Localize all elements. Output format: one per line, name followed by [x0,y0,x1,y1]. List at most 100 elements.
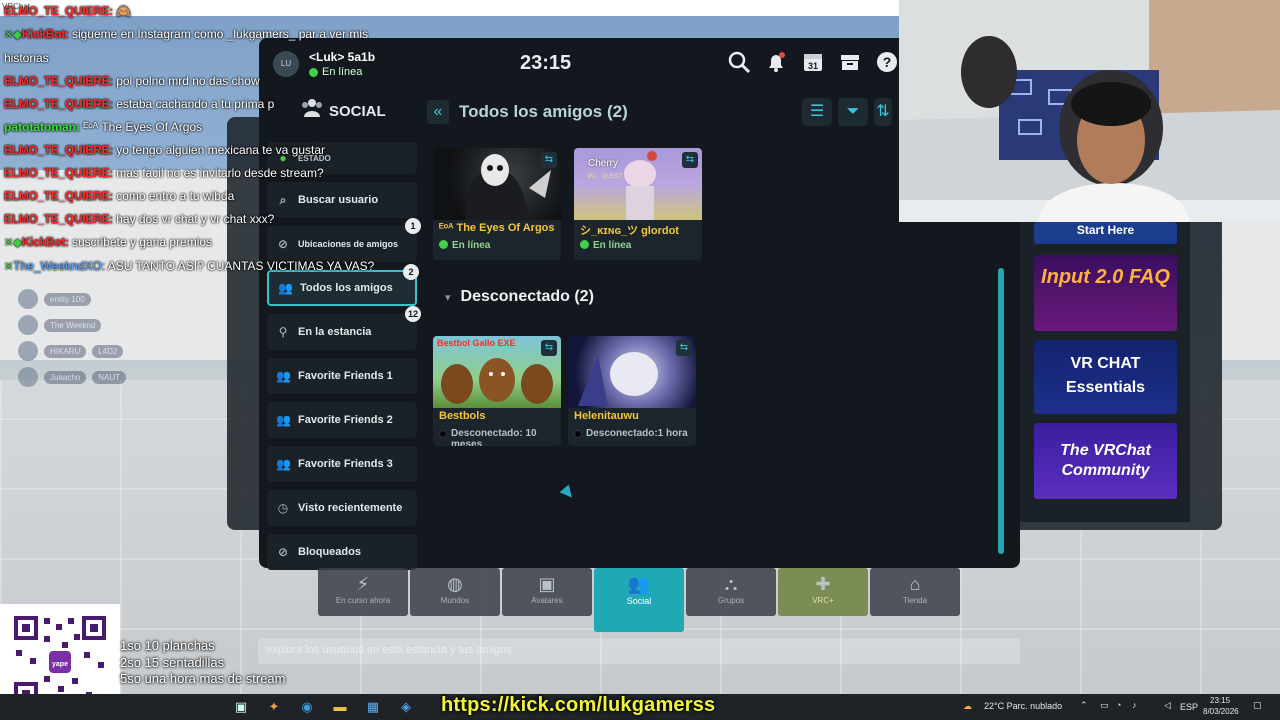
viewer-row: HIKARU L4D2 [18,338,126,364]
sidebar-item-bloqueados[interactable]: ⊘ Bloqueados [267,534,417,570]
promo-community[interactable]: The VRChat Community [1034,423,1177,499]
scrollbar[interactable] [998,268,1004,554]
friends-icon: 👥 [276,413,291,427]
kick-url: https://kick.com/lukgamerss [441,694,716,716]
viewer-name: HIKARU [44,344,87,358]
chat-badge-icon: ✕ [4,261,14,273]
tab-grupos[interactable]: ⛬ Grupos [686,568,776,616]
friend-name: Bestbols [439,410,486,422]
app-icon[interactable]: ◈ [398,699,414,715]
chat-username[interactable]: The_WeekndXO: [13,259,105,273]
taskbar-time[interactable]: 23:15 [1210,696,1230,705]
taskbar-date[interactable]: 8/03/2026 [1203,707,1239,716]
viewer-tag: L4D2 [92,344,124,358]
task-view-icon[interactable]: ▣ [233,699,249,715]
calendar-icon[interactable]: 31 [801,50,825,74]
promo-input-faq[interactable]: Input 2.0 FAQ [1034,255,1177,331]
filter-icon[interactable]: ⏷ [838,98,868,126]
chat-username[interactable]: ELMO_TE_QUIERE: [4,166,113,180]
chat-username[interactable]: ELMO_TE_QUIERE: [4,212,113,226]
chat-message: ELMO_TE_QUIERE: yo tengo alguien mexican… [4,139,384,162]
tab-label: Mundos [440,596,470,605]
promo-essentials[interactable]: VR CHAT Essentials [1034,340,1177,414]
copilot-icon[interactable]: ✦ [266,699,282,715]
list-view-icon[interactable]: ☰ [802,98,832,126]
chat-username[interactable]: ELMO_TE_QUIERE: [4,97,113,111]
archive-icon[interactable] [838,50,862,74]
help-icon[interactable]: ? [875,50,899,74]
network-icon[interactable]: ◔ [1116,700,1121,710]
chat-username[interactable]: ELMO_TE_QUIERE: [4,143,113,157]
tab-tienda[interactable]: ⌂ Tienda [870,568,960,616]
folder-icon[interactable]: ▬ [332,699,348,715]
viewer-row: Juaacho NAUT [18,364,127,390]
online-dot-icon [439,240,448,249]
chevron-up-icon[interactable]: ⌃ [1080,700,1088,711]
goal-line: 1so 10 planchas [120,638,215,653]
chat-username[interactable]: patotatoman: [4,120,80,134]
friend-status-label: En línea [593,240,632,251]
friend-card[interactable]: ⇆ ᴱᵒᴬ The Eyes Of Argos En línea [433,148,561,260]
friend-link-icon[interactable]: ⇆ [541,340,557,356]
mic-icon[interactable]: ♪ [1132,700,1137,710]
chat-text: 🙈 [116,4,132,18]
bell-icon[interactable] [764,50,788,74]
store-icon: ⌂ [909,574,921,594]
language-indicator[interactable]: ESP [1180,702,1198,712]
pin-icon: ⚲ [278,325,288,339]
promo-start-here[interactable]: Start Here [1034,222,1177,244]
groups-icon: ⛬ [724,574,738,594]
chat-message: ELMO_TE_QUIERE: como entro a tu wibda [4,185,384,208]
count-badge: 12 [405,306,421,322]
offline-title: Desconectado (2) [460,288,594,305]
chat-message: ✕◆KickBot: sigueme en Instagram como _lu… [4,23,384,70]
chat-username[interactable]: KickBot: [22,27,69,41]
search-icon[interactable] [727,50,751,74]
store-icon[interactable]: ▦ [365,699,381,715]
sidebar-item-favorite-friends-3[interactable]: 👥 Favorite Friends 3 [267,446,417,482]
chat-text: pol polno mrd no das chow [116,74,260,88]
offline-section-header[interactable]: ▾ Desconectado (2) [445,288,594,306]
friend-link-icon[interactable]: ⇆ [541,152,557,168]
tab-mundos[interactable]: ◍ Mundos [410,568,500,616]
online-dot-icon [580,240,589,249]
chat-username[interactable]: KickBot: [22,235,69,249]
sidebar-item-favorite-friends-1[interactable]: 👥 Favorite Friends 1 [267,358,417,394]
weather-label[interactable]: 22°C Parc. nublado [984,701,1062,711]
chat-text: ASU TANTO ASI? CUANTAS VICTIMAS YA VAS? [107,259,375,273]
friend-link-icon[interactable]: ⇆ [676,340,692,356]
tab-label: VRC+ [812,596,834,605]
friend-link-icon[interactable]: ⇆ [682,152,698,168]
notifications-icon[interactable]: ▢ [1253,700,1262,711]
friend-status-label: En línea [452,240,491,251]
chat-username[interactable]: ELMO_TE_QUIERE: [4,189,113,203]
friends-icon: 👥 [278,281,293,295]
tab-social[interactable]: 👥 Social [594,568,684,632]
calendar-day: 31 [808,61,818,71]
battery-icon[interactable]: ▭ [1100,700,1109,711]
main-tabs: ⚡ En curso ahora ◍ Mundos ▣ Avatares 👥 Social ⛬ G… [318,568,960,632]
sidebar-item-label: En la estancia [298,326,372,338]
friend-card[interactable]: Cherry PC · QUEST ⇆ シ_ᴋɪɴɢ_ツ glordot En … [574,148,702,260]
viewer-avatar [18,315,38,335]
chat-text: ᴱᵒᴬ The Eyes Of Argos [83,120,203,134]
tab-en-curso-ahora[interactable]: ⚡ En curso ahora [318,568,408,616]
tab-label: Grupos [717,596,745,605]
avatar-icon: ▣ [538,574,556,594]
sidebar-item-visto-recientemente[interactable]: ◷ Visto recientemente [267,490,417,526]
bolt-icon: ⚡ [356,574,370,594]
sort-icon[interactable]: ⇅ [874,98,892,126]
chat-username[interactable]: ELMO_TE_QUIERE: [4,74,113,88]
collapse-sidebar-button[interactable]: « [427,100,449,124]
sidebar-item-favorite-friends-2[interactable]: 👥 Favorite Friends 2 [267,402,417,438]
friend-card[interactable]: ⇆ Helenitauwu Desconectado:1 hora [568,336,696,446]
tab-vrc-[interactable]: ✚ VRC+ [778,568,868,616]
chat-username[interactable]: ELMO_TE_QUIERE: [4,4,113,18]
chat-message: ✕The_WeekndXO: ASU TANTO ASI? CUANTAS VI… [4,255,384,279]
sidebar-item-en-la-estancia[interactable]: ⚲ En la estancia 12 [267,306,421,350]
promo-community-label: The VRChat Community [1060,442,1151,479]
friend-card[interactable]: Bestbol Gallo EXE ⇆ Bestbols Desconectad… [433,336,561,446]
speaker-icon[interactable]: ◁ [1164,700,1171,711]
tab-avatares[interactable]: ▣ Avatares [502,568,592,616]
edge-icon[interactable]: ◉ [299,699,315,715]
